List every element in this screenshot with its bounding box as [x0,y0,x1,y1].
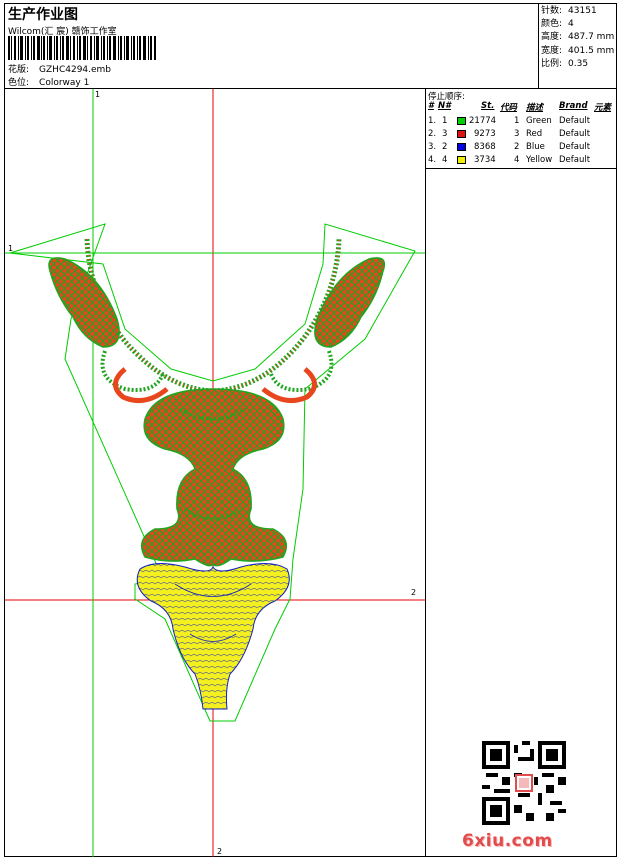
production-sheet: 生产作业图 Wilcom(汇 宸) 赣饰工作室 花版: GZHC4294.emb… [4,3,617,857]
spec-stitches: 针数: 43151 [541,6,597,16]
spec-height: 高度: 487.7 mm [541,32,615,43]
design-file-name: GZHC4294.emb [39,65,112,75]
stop-sequence-table: 停止顺序: # N# St. 代码 描述 Brand 元素 1. 1 21774… [426,89,617,169]
center-motif [140,388,288,567]
colorway-row: 色位: Colorway 1 [8,75,89,88]
col-header-st: St. [481,101,495,111]
guide-label-h-left: 1 [8,244,14,253]
embroidery-preview [5,89,425,857]
color-swatch [457,156,466,164]
guide-label-v-top: 1 [95,90,101,99]
spec-scale: 比例: 0.35 [541,58,589,69]
qr-code-image [482,741,566,825]
watermark-site: 6xiu.com [462,831,553,851]
spec-width: 宽度: 401.5 mm [541,45,615,56]
colorway-label: 色位: [8,78,30,88]
barcode [8,36,156,60]
color-swatch [457,117,466,125]
col-header-brand: Brand [559,101,588,111]
stop-sequence-panel: 停止顺序: # N# St. 代码 描述 Brand 元素 1. 1 21774… [425,89,617,857]
guide-label-h-right: 2 [411,588,417,597]
color-swatch [457,143,466,151]
sheet-title: 生产作业图 [8,7,78,23]
right-paisley [314,257,386,348]
guide-label-v-bottom: 2 [217,847,223,856]
col-header-desc: 描述 [526,103,544,113]
col-header-num: # [428,101,434,111]
sheet-header: 生产作业图 Wilcom(汇 宸) 赣饰工作室 花版: GZHC4294.emb… [5,4,616,89]
spec-colors: 颜色: 4 [541,19,574,30]
colorway-value: Colorway 1 [39,78,90,88]
col-header-code: 代码 [500,103,518,113]
color-swatch [457,130,466,138]
col-header-n: N# [438,101,452,111]
spec-panel: 针数: 43151 颜色: 4 高度: 487.7 mm 宽度: 401.5 mm 比例… [538,4,617,89]
lower-motif [136,563,290,710]
design-label: 花版: [8,65,30,75]
design-file-row: 花版: GZHC4294.emb [8,62,111,75]
left-paisley [48,257,120,348]
col-header-elem: 元素 [594,103,612,113]
